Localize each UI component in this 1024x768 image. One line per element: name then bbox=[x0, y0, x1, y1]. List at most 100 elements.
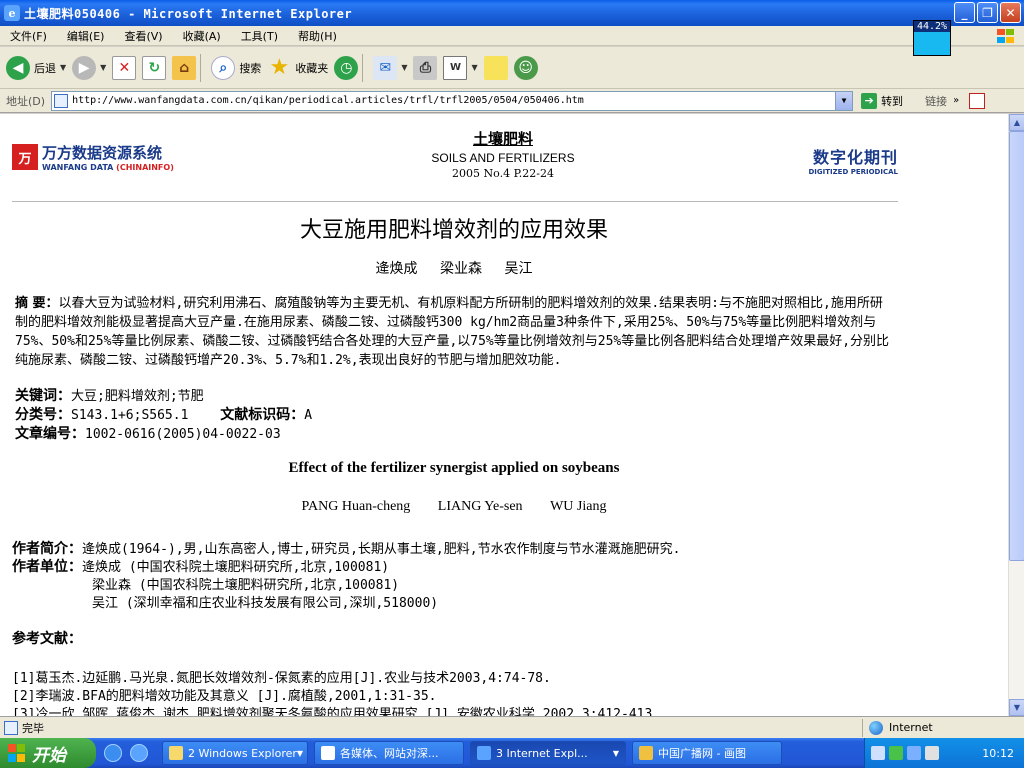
note-icon bbox=[483, 55, 508, 80]
edit-button[interactable]: W ▼ bbox=[443, 51, 478, 85]
article-title: 大豆施用肥料增效剂的应用效果 bbox=[299, 218, 608, 243]
scroll-down-icon[interactable]: ▼ bbox=[1009, 699, 1024, 716]
links-button[interactable]: 链接 bbox=[925, 93, 947, 109]
bio-text: 逄焕成(1964-),男,山东高密人,博士,研究员,长期从事土壤,肥料,节水农作… bbox=[82, 542, 681, 557]
affiliation-item: 吴江 (深圳幸福和庄农业科技发展有限公司,深圳,518000) bbox=[92, 596, 439, 611]
task-document[interactable]: 各媒体、网站对深... bbox=[314, 741, 464, 765]
keywords-line: 关键词：大豆;肥料增效剂;节肥 bbox=[15, 385, 204, 405]
reference-item: [1]葛玉杰.边延鹏.马光泉.氮肥长效增效剂-保氮素的应用[J].农业与技术20… bbox=[12, 671, 551, 686]
menu-edit[interactable]: 编辑(E) bbox=[57, 28, 115, 44]
en-author: PANG Huan-cheng bbox=[301, 499, 411, 514]
menu-tools[interactable]: 工具(T) bbox=[231, 28, 288, 44]
menu-view[interactable]: 查看(V) bbox=[114, 28, 172, 44]
journal-issue: 2005 No.4 P.22-24 bbox=[452, 167, 554, 180]
search-button[interactable]: ⌕ 搜索 bbox=[211, 51, 261, 85]
journal-title-cn[interactable]: 土壤肥料 bbox=[392, 128, 614, 149]
en-author: WU Jiang bbox=[550, 499, 607, 514]
go-button[interactable]: ➔ 转到 bbox=[861, 92, 903, 109]
go-arrow-icon: ➔ bbox=[861, 92, 878, 109]
task-paint[interactable]: 中国广播网 - 画图 bbox=[632, 741, 782, 765]
refresh-button[interactable]: ↻ bbox=[142, 51, 167, 85]
scroll-up-icon[interactable]: ▲ bbox=[1009, 114, 1024, 131]
toolbar-separator bbox=[200, 53, 202, 82]
mail-icon: ✉ bbox=[373, 55, 398, 80]
forward-button[interactable]: ▶ ▼ bbox=[72, 51, 106, 85]
edit-dropdown-icon[interactable]: ▼ bbox=[471, 63, 477, 72]
task-group-arrow-icon: ▼ bbox=[296, 748, 304, 758]
tray-keyboard-icon[interactable] bbox=[871, 746, 885, 760]
discuss-button[interactable] bbox=[483, 51, 508, 85]
home-button[interactable]: ⌂ bbox=[172, 51, 197, 85]
clock[interactable]: 10:12 bbox=[982, 747, 1014, 760]
ie-app-icon[interactable]: e bbox=[4, 5, 20, 21]
menu-help[interactable]: 帮助(H) bbox=[288, 28, 347, 44]
abstract-label: 摘 要： bbox=[15, 296, 59, 311]
task-windows-explorer[interactable]: 2 Windows Explorer ▼ bbox=[162, 741, 308, 765]
task-label: 各媒体、网站对深... bbox=[340, 747, 439, 760]
back-button[interactable]: ◀ 后退 ▼ bbox=[6, 51, 66, 85]
journal-info: 土壤肥料 SOILS AND FERTILIZERS 2005 No.4 P.2… bbox=[392, 128, 614, 180]
english-authors: PANG Huan-cheng LIANG Ye-sen WU Jiang bbox=[0, 499, 908, 515]
tray-volume-icon[interactable] bbox=[925, 746, 939, 760]
wanfang-logo[interactable]: 万 万方数据资源系统 WANFANG DATA (CHINAINFO) bbox=[12, 142, 174, 172]
menu-file[interactable]: 文件(F) bbox=[0, 28, 57, 44]
back-dropdown-icon[interactable]: ▼ bbox=[60, 63, 66, 72]
chevron-right-icon[interactable]: » bbox=[953, 95, 959, 106]
author-bio: 作者简介：逄焕成(1964-),男,山东高密人,博士,研究员,长期从事土壤,肥料… bbox=[12, 538, 680, 558]
keywords-value: 大豆;肥料增效剂;节肥 bbox=[71, 389, 204, 404]
address-input[interactable]: http://www.wanfangdata.com.cn/qikan/peri… bbox=[51, 90, 854, 111]
status-text: 完毕 bbox=[22, 721, 44, 735]
menu-favorites[interactable]: 收藏(A) bbox=[173, 28, 231, 44]
stop-button[interactable]: ✕ bbox=[112, 51, 137, 85]
vertical-scrollbar[interactable]: ▲ ▼ bbox=[1008, 114, 1024, 716]
print-button[interactable]: ⎙ bbox=[413, 51, 438, 85]
affiliation-item: 逄焕成 (中国农科院土壤肥料研究所,北京,100081) bbox=[82, 560, 390, 575]
start-label: 开始 bbox=[32, 745, 66, 766]
document-icon bbox=[321, 746, 335, 760]
window-title: 土壤肥料050406 - Microsoft Internet Explorer bbox=[24, 6, 353, 21]
task-internet-explorer[interactable]: 3 Internet Expl... ▼ bbox=[470, 741, 626, 765]
references-heading: 参考文献： bbox=[12, 631, 82, 647]
back-arrow-icon: ◀ bbox=[6, 55, 30, 80]
ie-icon bbox=[477, 746, 491, 760]
search-icon: ⌕ bbox=[211, 55, 236, 80]
address-url[interactable]: http://www.wanfangdata.com.cn/qikan/peri… bbox=[72, 95, 584, 106]
history-button[interactable]: ◷ bbox=[334, 51, 359, 85]
favorites-button[interactable]: ★ 收藏夹 bbox=[267, 51, 328, 85]
windows-logo-icon bbox=[994, 26, 1018, 46]
affiliation-item: 梁业森 (中国农科院土壤肥料研究所,北京,100081) bbox=[92, 578, 400, 593]
address-dropdown-icon[interactable]: ▼ bbox=[835, 91, 853, 110]
messenger-button[interactable]: ☺ bbox=[513, 51, 538, 85]
tray-network-icon[interactable] bbox=[907, 746, 921, 760]
mail-dropdown-icon[interactable]: ▼ bbox=[401, 63, 407, 72]
close-button[interactable]: ✕ bbox=[1000, 2, 1021, 23]
journal-title-en: SOILS AND FERTILIZERS bbox=[431, 151, 575, 165]
globe-icon bbox=[869, 720, 883, 735]
scrollbar-thumb[interactable] bbox=[1009, 131, 1024, 561]
title-bar[interactable]: e 土壤肥料050406 - Microsoft Internet Explor… bbox=[0, 0, 1024, 26]
journal-header: 万 万方数据资源系统 WANFANG DATA (CHINAINFO) 土壤肥料… bbox=[12, 124, 898, 202]
minimize-button[interactable]: _ bbox=[954, 2, 975, 23]
task-group-arrow-icon: ▼ bbox=[612, 748, 619, 758]
zoom-value: 44.2% bbox=[914, 21, 950, 32]
page-done-icon bbox=[4, 720, 18, 735]
address-bar: 地址(D) http://www.wanfangdata.com.cn/qika… bbox=[0, 89, 1024, 113]
article-number-line: 文章编号：1002-0616(2005)04-0022-03 bbox=[15, 423, 281, 443]
doc-code-label: 文献标识码： bbox=[220, 407, 305, 423]
star-icon: ★ bbox=[269, 55, 290, 80]
toolbar: ◀ 后退 ▼ ▶ ▼ ✕ ↻ ⌂ ⌕ 搜索 ★ 收藏夹 ◷ ✉ ▼ ⎙ W ▼ … bbox=[0, 47, 1024, 89]
security-zone[interactable]: Internet bbox=[862, 718, 933, 737]
address-label: 地址(D) bbox=[6, 94, 46, 108]
mail-button[interactable]: ✉ ▼ bbox=[373, 51, 407, 85]
digitized-periodical-logo: 数字化期刊 DIGITIZED PERIODICAL bbox=[808, 144, 898, 176]
wanfang-en: WANFANG DATA bbox=[42, 163, 114, 172]
history-icon: ◷ bbox=[334, 55, 359, 80]
digitized-en: DIGITIZED PERIODICAL bbox=[808, 168, 898, 176]
quicklaunch-browser-icon[interactable] bbox=[130, 744, 148, 762]
quicklaunch-ie-icon[interactable] bbox=[104, 744, 122, 762]
forward-dropdown-icon[interactable]: ▼ bbox=[100, 63, 106, 72]
maximize-button[interactable]: ❐ bbox=[977, 2, 998, 23]
start-button[interactable]: 开始 bbox=[0, 738, 96, 768]
tray-app-icon[interactable] bbox=[889, 746, 903, 760]
translate-icon[interactable] bbox=[969, 92, 986, 109]
